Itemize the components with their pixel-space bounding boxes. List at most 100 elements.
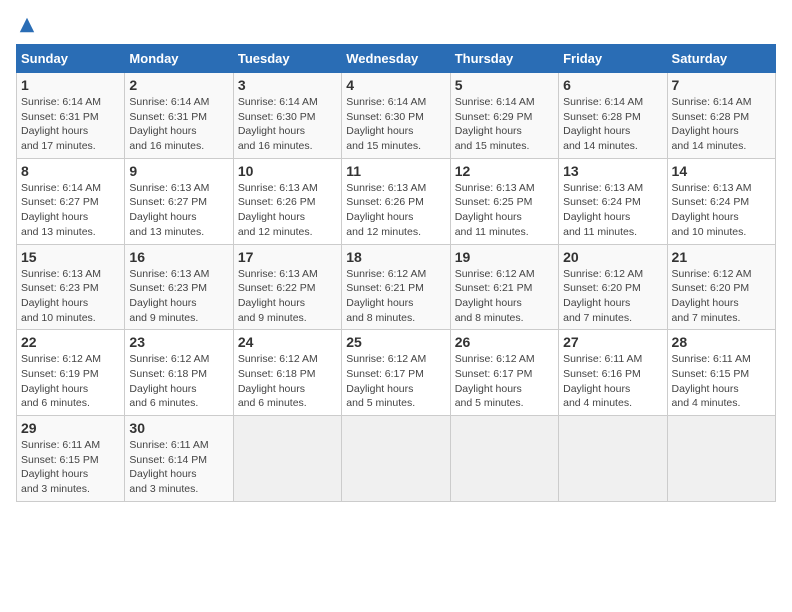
day-info: Sunrise: 6:13 AMSunset: 6:23 PMDaylight … xyxy=(129,267,228,326)
day-number: 14 xyxy=(672,163,771,179)
calendar-week-5: 29 Sunrise: 6:11 AMSunset: 6:15 PMDayligh… xyxy=(17,416,776,502)
day-number: 3 xyxy=(238,77,337,93)
calendar-cell: 25 Sunrise: 6:12 AMSunset: 6:17 PMDayligh… xyxy=(342,330,450,416)
day-info: Sunrise: 6:13 AMSunset: 6:25 PMDaylight … xyxy=(455,181,554,240)
day-number: 11 xyxy=(346,163,445,179)
day-number: 22 xyxy=(21,334,120,350)
weekday-header-saturday: Saturday xyxy=(667,45,775,73)
day-number: 30 xyxy=(129,420,228,436)
day-info: Sunrise: 6:12 AMSunset: 6:21 PMDaylight … xyxy=(455,267,554,326)
day-info: Sunrise: 6:12 AMSunset: 6:17 PMDaylight … xyxy=(455,352,554,411)
calendar-cell: 23 Sunrise: 6:12 AMSunset: 6:18 PMDayligh… xyxy=(125,330,233,416)
day-number: 7 xyxy=(672,77,771,93)
day-number: 29 xyxy=(21,420,120,436)
calendar-table: SundayMondayTuesdayWednesdayThursdayFrid… xyxy=(16,44,776,502)
calendar-week-4: 22 Sunrise: 6:12 AMSunset: 6:19 PMDayligh… xyxy=(17,330,776,416)
day-info: Sunrise: 6:11 AMSunset: 6:16 PMDaylight … xyxy=(563,352,662,411)
day-info: Sunrise: 6:12 AMSunset: 6:20 PMDaylight … xyxy=(672,267,771,326)
calendar-week-2: 8 Sunrise: 6:14 AMSunset: 6:27 PMDaylight… xyxy=(17,158,776,244)
day-info: Sunrise: 6:13 AMSunset: 6:24 PMDaylight … xyxy=(672,181,771,240)
day-info: Sunrise: 6:11 AMSunset: 6:14 PMDaylight … xyxy=(129,438,228,497)
calendar-cell: 7Sunrise: 6:14 AMSunset: 6:28 PMDaylight… xyxy=(667,73,775,159)
weekday-header-friday: Friday xyxy=(559,45,667,73)
weekday-header-thursday: Thursday xyxy=(450,45,558,73)
day-info: Sunrise: 6:11 AMSunset: 6:15 PMDaylight … xyxy=(672,352,771,411)
day-info: Sunrise: 6:13 AMSunset: 6:27 PMDaylight … xyxy=(129,181,228,240)
day-number: 27 xyxy=(563,334,662,350)
calendar-cell: 6 Sunrise: 6:14 AMSunset: 6:28 PMDaylight… xyxy=(559,73,667,159)
day-info: Sunrise: 6:12 AMSunset: 6:18 PMDaylight … xyxy=(238,352,337,411)
day-number: 2 xyxy=(129,77,228,93)
day-number: 15 xyxy=(21,249,120,265)
day-info: Sunrise: 6:11 AMSunset: 6:15 PMDaylight … xyxy=(21,438,120,497)
calendar-cell: 27 Sunrise: 6:11 AMSunset: 6:16 PMDayligh… xyxy=(559,330,667,416)
day-info: Sunrise: 6:12 AMSunset: 6:19 PMDaylight … xyxy=(21,352,120,411)
day-info: Sunrise: 6:12 AMSunset: 6:18 PMDaylight … xyxy=(129,352,228,411)
day-info: Sunrise: 6:13 AMSunset: 6:26 PMDaylight … xyxy=(346,181,445,240)
day-number: 20 xyxy=(563,249,662,265)
day-info: Sunrise: 6:13 AMSunset: 6:26 PMDaylight … xyxy=(238,181,337,240)
day-info: Sunrise: 6:14 AMSunset: 6:28 PMDaylight … xyxy=(563,95,662,154)
day-number: 9 xyxy=(129,163,228,179)
day-number: 1 xyxy=(21,77,120,93)
day-info: Sunrise: 6:12 AMSunset: 6:21 PMDaylight … xyxy=(346,267,445,326)
calendar-cell: 16 Sunrise: 6:13 AMSunset: 6:23 PMDayligh… xyxy=(125,244,233,330)
day-number: 18 xyxy=(346,249,445,265)
calendar-cell: 21 Sunrise: 6:12 AMSunset: 6:20 PMDayligh… xyxy=(667,244,775,330)
day-number: 24 xyxy=(238,334,337,350)
calendar-cell xyxy=(233,416,341,502)
weekday-header-wednesday: Wednesday xyxy=(342,45,450,73)
calendar-cell: 9 Sunrise: 6:13 AMSunset: 6:27 PMDaylight… xyxy=(125,158,233,244)
calendar-cell: 10 Sunrise: 6:13 AMSunset: 6:26 PMDayligh… xyxy=(233,158,341,244)
calendar-cell: 12 Sunrise: 6:13 AMSunset: 6:25 PMDayligh… xyxy=(450,158,558,244)
calendar-cell: 17 Sunrise: 6:13 AMSunset: 6:22 PMDayligh… xyxy=(233,244,341,330)
calendar-cell xyxy=(559,416,667,502)
calendar-cell: 1 Sunrise: 6:14 AMSunset: 6:31 PMDaylight… xyxy=(17,73,125,159)
day-number: 5 xyxy=(455,77,554,93)
day-number: 8 xyxy=(21,163,120,179)
day-info: Sunrise: 6:14 AMSunset: 6:30 PMDaylight … xyxy=(346,95,445,154)
logo xyxy=(16,16,36,34)
logo-icon xyxy=(18,16,36,34)
calendar-cell xyxy=(667,416,775,502)
calendar-cell: 14 Sunrise: 6:13 AMSunset: 6:24 PMDayligh… xyxy=(667,158,775,244)
day-info: Sunrise: 6:14 AMSunset: 6:27 PMDaylight … xyxy=(21,181,120,240)
day-number: 10 xyxy=(238,163,337,179)
day-number: 6 xyxy=(563,77,662,93)
day-info: Sunrise: 6:14 AMSunset: 6:31 PMDaylight … xyxy=(129,95,228,154)
day-info: Sunrise: 6:12 AMSunset: 6:17 PMDaylight … xyxy=(346,352,445,411)
day-number: 12 xyxy=(455,163,554,179)
calendar-cell: 3 Sunrise: 6:14 AMSunset: 6:30 PMDaylight… xyxy=(233,73,341,159)
weekday-header-monday: Monday xyxy=(125,45,233,73)
weekday-header-sunday: Sunday xyxy=(17,45,125,73)
calendar-cell: 19 Sunrise: 6:12 AMSunset: 6:21 PMDayligh… xyxy=(450,244,558,330)
calendar-cell: 20 Sunrise: 6:12 AMSunset: 6:20 PMDayligh… xyxy=(559,244,667,330)
calendar-cell: 28Sunrise: 6:11 AMSunset: 6:15 PMDayligh… xyxy=(667,330,775,416)
calendar-week-1: 1 Sunrise: 6:14 AMSunset: 6:31 PMDaylight… xyxy=(17,73,776,159)
day-number: 26 xyxy=(455,334,554,350)
day-info: Sunrise: 6:13 AMSunset: 6:24 PMDaylight … xyxy=(563,181,662,240)
day-info: Sunrise: 6:13 AMSunset: 6:23 PMDaylight … xyxy=(21,267,120,326)
day-number: 16 xyxy=(129,249,228,265)
day-number: 17 xyxy=(238,249,337,265)
calendar-cell: 8 Sunrise: 6:14 AMSunset: 6:27 PMDaylight… xyxy=(17,158,125,244)
weekday-header-tuesday: Tuesday xyxy=(233,45,341,73)
calendar-cell: 29 Sunrise: 6:11 AMSunset: 6:15 PMDayligh… xyxy=(17,416,125,502)
calendar-cell xyxy=(342,416,450,502)
day-info: Sunrise: 6:12 AMSunset: 6:20 PMDaylight … xyxy=(563,267,662,326)
day-number: 25 xyxy=(346,334,445,350)
calendar-cell: 13 Sunrise: 6:13 AMSunset: 6:24 PMDayligh… xyxy=(559,158,667,244)
calendar-cell: 5 Sunrise: 6:14 AMSunset: 6:29 PMDaylight… xyxy=(450,73,558,159)
day-number: 13 xyxy=(563,163,662,179)
day-number: 21 xyxy=(672,249,771,265)
day-info: Sunrise: 6:14 AMSunset: 6:29 PMDaylight … xyxy=(455,95,554,154)
calendar-cell: 2 Sunrise: 6:14 AMSunset: 6:31 PMDaylight… xyxy=(125,73,233,159)
page-header xyxy=(16,16,776,34)
calendar-cell: 24 Sunrise: 6:12 AMSunset: 6:18 PMDayligh… xyxy=(233,330,341,416)
calendar-cell: 11 Sunrise: 6:13 AMSunset: 6:26 PMDayligh… xyxy=(342,158,450,244)
day-number: 23 xyxy=(129,334,228,350)
day-info: Sunrise: 6:14 AMSunset: 6:31 PMDaylight … xyxy=(21,95,120,154)
day-info: Sunrise: 6:13 AMSunset: 6:22 PMDaylight … xyxy=(238,267,337,326)
day-info: Sunrise: 6:14 AMSunset: 6:30 PMDaylight … xyxy=(238,95,337,154)
day-number: 19 xyxy=(455,249,554,265)
